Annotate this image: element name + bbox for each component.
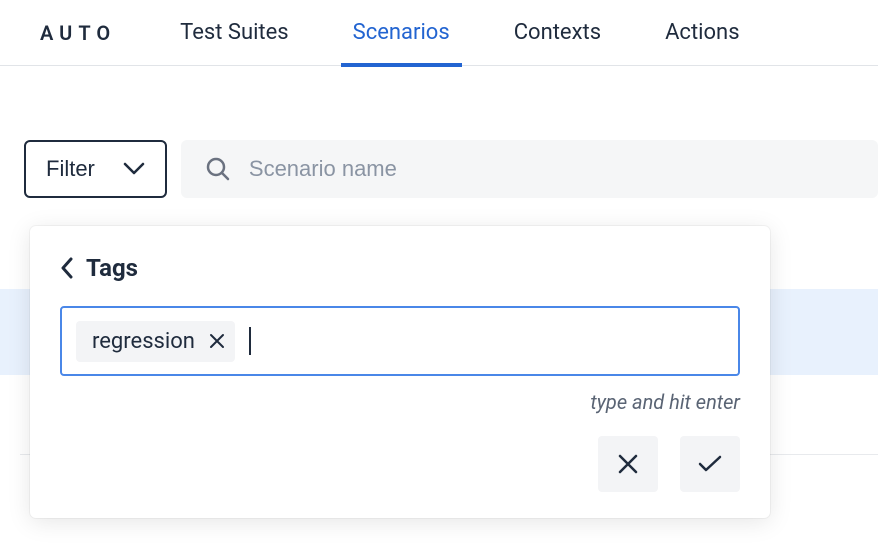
popover-actions <box>60 436 740 492</box>
tab-actions[interactable]: Actions <box>665 0 739 66</box>
tag-chip-label: regression <box>92 329 195 354</box>
brand-logo: AUTO <box>40 21 116 45</box>
content-area: Filter <box>0 66 878 198</box>
filter-label: Filter <box>46 156 95 182</box>
chevron-left-icon[interactable] <box>60 257 74 279</box>
popover-title: Tags <box>86 254 138 282</box>
chevron-down-icon <box>123 162 145 176</box>
search-box[interactable] <box>181 140 878 198</box>
tags-input-box[interactable]: regression <box>60 306 740 376</box>
check-icon <box>697 454 723 474</box>
tag-chip: regression <box>76 321 235 362</box>
filter-button[interactable]: Filter <box>24 140 167 198</box>
input-hint: type and hit enter <box>60 390 740 414</box>
filter-row: Filter <box>24 140 878 198</box>
tags-filter-popover: Tags regression type and hit enter <box>30 226 770 518</box>
tab-scenarios[interactable]: Scenarios <box>353 0 450 66</box>
top-navigation: AUTO Test Suites Scenarios Contexts Acti… <box>0 0 878 66</box>
close-icon[interactable] <box>209 333 225 349</box>
cancel-button[interactable] <box>598 436 658 492</box>
popover-header: Tags <box>60 254 740 282</box>
tags-text-input[interactable] <box>249 327 259 355</box>
tab-test-suites[interactable]: Test Suites <box>180 0 289 66</box>
search-icon <box>205 156 231 182</box>
search-input[interactable] <box>249 156 854 182</box>
confirm-button[interactable] <box>680 436 740 492</box>
x-icon <box>617 453 639 475</box>
tab-contexts[interactable]: Contexts <box>514 0 601 66</box>
